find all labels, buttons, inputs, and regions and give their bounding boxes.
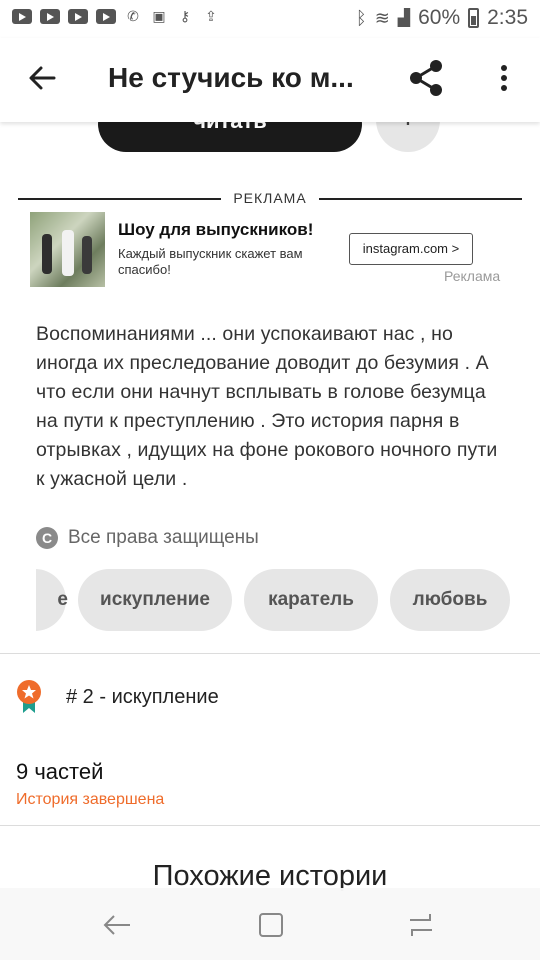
system-nav-bar bbox=[0, 888, 540, 960]
copyright-icon: C bbox=[36, 527, 58, 549]
nav-back-icon[interactable] bbox=[102, 910, 132, 940]
divider bbox=[0, 653, 540, 654]
ad-link-button[interactable]: instagram.com > bbox=[349, 233, 473, 265]
tag-chip[interactable]: любовь bbox=[390, 569, 510, 631]
tag-chip[interactable]: искупление bbox=[78, 569, 232, 631]
nav-recents-icon[interactable] bbox=[406, 910, 436, 940]
copyright-row: C Все права защищены bbox=[36, 526, 259, 550]
app-bar: Не стучись ко м... bbox=[0, 38, 540, 122]
ad-label: Реклама bbox=[444, 268, 501, 284]
tag-list: е искупление каратель любовь bbox=[36, 569, 540, 631]
wifi-icon: ≋ bbox=[374, 7, 390, 28]
story-description: Воспоминаниями ... они успокаивают нас ,… bbox=[36, 323, 498, 490]
tag-chip[interactable]: е bbox=[36, 569, 68, 631]
nav-home-icon[interactable] bbox=[256, 910, 286, 940]
ranking-label[interactable]: # 2 - искупление bbox=[66, 686, 219, 709]
notification-icons: ✆ ▣ ⚷ ⇪ bbox=[12, 8, 220, 24]
story-status: История завершена bbox=[16, 791, 165, 808]
youtube-icon bbox=[96, 8, 116, 24]
tag-chip[interactable]: каратель bbox=[244, 569, 378, 631]
youtube-icon bbox=[68, 8, 88, 24]
copyright-text: Все права защищены bbox=[68, 527, 259, 548]
ad-header: РЕКЛАМА bbox=[18, 188, 522, 208]
system-icons: ᛒ ≋ ▟ 60% 2:35 bbox=[356, 6, 528, 30]
clock: 2:35 bbox=[487, 6, 528, 29]
status-bar: ✆ ▣ ⚷ ⇪ ᛒ ≋ ▟ 60% 2:35 bbox=[0, 0, 540, 38]
image-icon: ▣ bbox=[152, 8, 166, 24]
signal-icon: ▟ bbox=[397, 10, 411, 27]
download-icon: ⇪ bbox=[205, 8, 217, 24]
battery-percent: 60% bbox=[418, 6, 461, 29]
more-options-icon[interactable] bbox=[494, 64, 514, 92]
story-title: Не стучись ко м... bbox=[108, 62, 354, 93]
parts-count[interactable]: 9 частей bbox=[16, 759, 103, 785]
ad-description: Каждый выпускник скажет вам спасибо! bbox=[118, 246, 303, 277]
divider bbox=[0, 825, 540, 826]
key-icon: ⚷ bbox=[179, 8, 191, 24]
ad-header-label: РЕКЛАМА bbox=[221, 190, 319, 206]
share-icon[interactable] bbox=[406, 58, 446, 98]
ranking-badge-icon bbox=[17, 680, 41, 713]
youtube-icon bbox=[40, 8, 60, 24]
battery-icon bbox=[468, 8, 480, 28]
ad-image[interactable] bbox=[30, 212, 105, 287]
youtube-icon bbox=[12, 8, 32, 24]
back-arrow-icon[interactable] bbox=[26, 62, 58, 94]
ad-title[interactable]: Шоу для выпускников! bbox=[118, 220, 313, 240]
bluetooth-icon: ᛒ bbox=[355, 7, 367, 28]
wifi-call-icon: ✆ bbox=[127, 8, 139, 24]
